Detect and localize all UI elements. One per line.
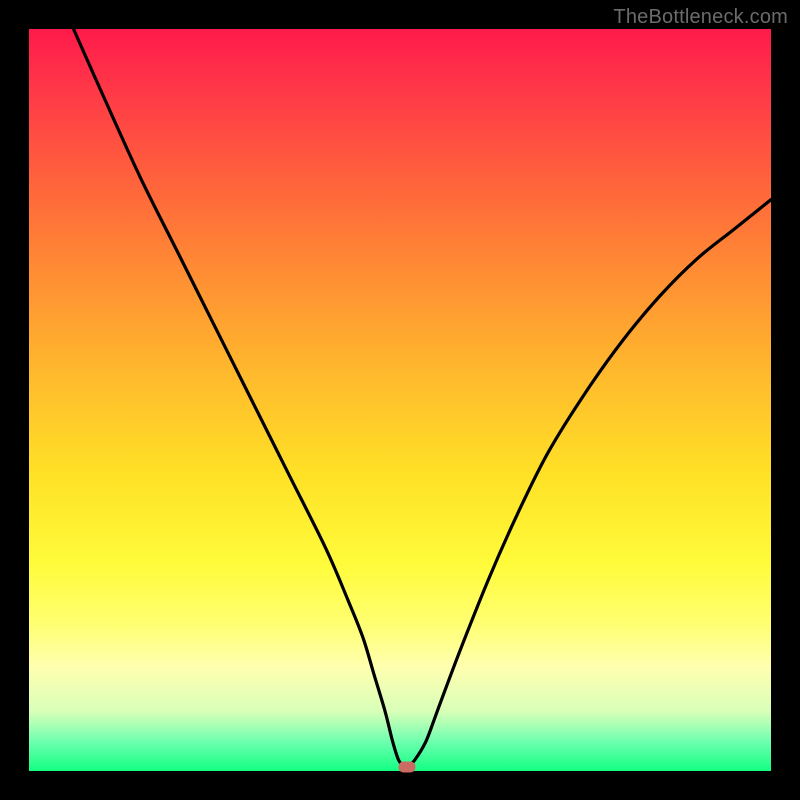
chart-frame: TheBottleneck.com [0,0,800,800]
bottleneck-curve [29,29,771,771]
watermark-text: TheBottleneck.com [613,6,788,29]
min-marker [398,761,415,772]
curve-path [74,29,771,766]
plot-area [29,29,771,771]
